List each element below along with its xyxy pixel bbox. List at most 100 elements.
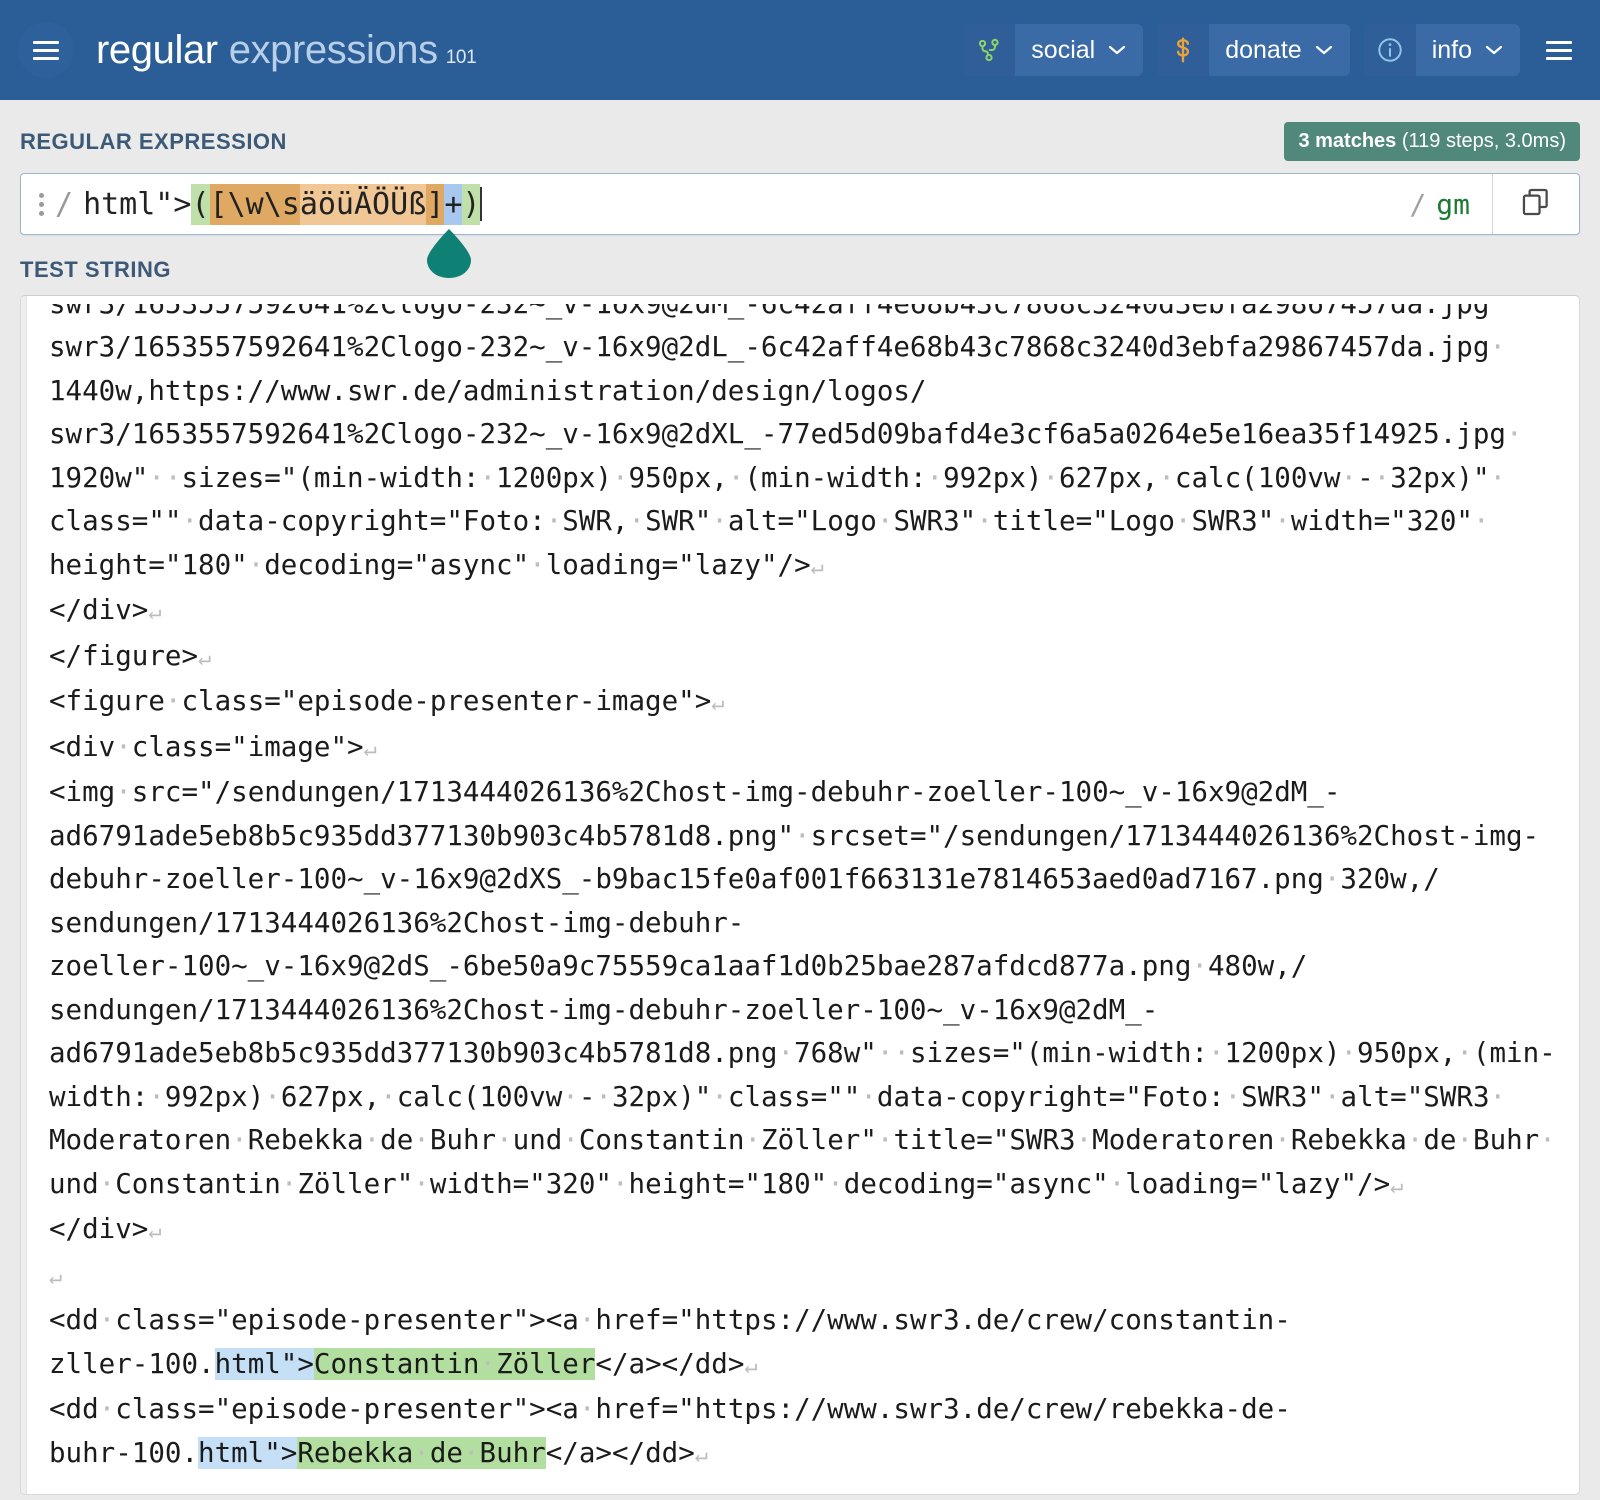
regex-token-0: html">	[83, 186, 192, 222]
newline-symbol: ↵	[744, 1353, 758, 1379]
space-dot: ·	[860, 1080, 877, 1113]
regex-token-2: [	[209, 183, 228, 225]
regex-capture-group-highlight[interactable]: Constantin·Zöller	[313, 1347, 596, 1380]
space-dot: ·	[893, 1037, 910, 1069]
space-dot: ·	[595, 1080, 612, 1113]
editor-gutter	[21, 296, 27, 1494]
test-string-line: height="180"·decoding="async"·loading="l…	[49, 548, 824, 581]
space-dot: ·	[744, 1124, 762, 1156]
space-dot: ·	[545, 505, 563, 537]
regex-capture-group-highlight[interactable]: Rebekka·de·Buhr	[297, 1436, 546, 1469]
test-string-line: zller-100.html">Constantin·Zöller</a></d…	[49, 1343, 1563, 1389]
test-string-content[interactable]: swr3/1653557592641%2Clogo-232~_v-16x9@2d…	[21, 296, 1579, 1477]
social-dropdown-button[interactable]: social	[963, 24, 1144, 76]
match-steps-detail: (119 steps, 3.0ms)	[1401, 130, 1566, 152]
regex-token-5: äöüÄÖÜß	[299, 183, 427, 225]
space-dot: ·	[1323, 1080, 1341, 1113]
test-string-line: und·Constantin·Zöller"·width="320"·heigh…	[49, 1167, 1404, 1200]
donate-dropdown-button[interactable]: donate	[1157, 24, 1350, 76]
space-dot: ·	[578, 1393, 596, 1425]
space-dot: ·	[148, 1080, 165, 1113]
newline-symbol: ↵	[148, 1219, 162, 1244]
space-dot: ·	[115, 776, 132, 808]
space-dot: ·	[1042, 461, 1060, 494]
space-dot: ·	[562, 1124, 579, 1156]
match-result-badge[interactable]: 3 matches (119 steps, 3.0ms)	[1284, 122, 1580, 161]
space-dot: ·	[529, 548, 546, 581]
info-circle-icon	[1363, 24, 1416, 76]
test-string-line: <img·src="/sendungen/1713444026136%2Chos…	[49, 776, 1341, 808]
copy-icon	[1519, 185, 1553, 224]
regex-token-1: (	[191, 183, 210, 225]
brand-word-regular: regular	[96, 27, 218, 72]
space-dot: ·	[1191, 950, 1208, 982]
space-dot: ·	[611, 461, 629, 494]
space-dot: ·	[363, 1124, 381, 1156]
space-dot: ·	[711, 1080, 728, 1113]
test-string-editor[interactable]: swr3/1653557592641%2Clogo-232~_v-16x9@2d…	[20, 295, 1580, 1495]
test-string-line: class=""·data-copyright="Foto:·SWR,·SWR"…	[49, 505, 1490, 537]
space-dot: ·	[827, 1167, 844, 1200]
space-dot: ·	[1456, 1124, 1474, 1156]
regex-flags-value: gm	[1436, 187, 1470, 221]
space-dot: ·	[1158, 461, 1175, 494]
space-dot: ·	[380, 1080, 397, 1113]
space-dot: ·	[1174, 505, 1192, 537]
space-dot: ·	[98, 1167, 116, 1200]
test-string-line: ↵	[49, 1254, 1563, 1300]
space-dot: ·	[1108, 1167, 1126, 1200]
regex-flags-button[interactable]: / gm	[1387, 174, 1493, 234]
test-string-line: buhr-100.html">Rebekka·de·Buhr</a></dd>↵	[49, 1432, 1563, 1478]
line-suffix: </a></dd>↵	[545, 1436, 709, 1469]
kebab-menu-icon[interactable]	[21, 174, 55, 234]
test-string-line: <dd·class="episode-presenter"><a·href="h…	[49, 1304, 1291, 1336]
space-dot: ·	[727, 461, 745, 494]
space-dot: ·	[280, 1167, 298, 1200]
newline-symbol: ↵	[198, 645, 212, 671]
space-dot: ·	[247, 548, 265, 581]
test-string-line: 1440w,https://www.swr.de/administration/…	[49, 374, 927, 407]
space-dot: ·	[462, 1436, 480, 1469]
space-dot: ·	[264, 1080, 281, 1113]
test-string-line: zoeller-100~_v-16x9@2dS_-6be50a9c75559ca…	[49, 950, 1308, 982]
brand-word-expressions: expressions	[228, 27, 438, 72]
newline-symbol: ↵	[810, 554, 824, 580]
space-dot: ·	[413, 1167, 430, 1200]
space-dot: ·	[876, 1124, 894, 1156]
space-dot: ·	[628, 505, 646, 537]
newline-symbol: ↵	[363, 736, 377, 762]
info-dropdown-button[interactable]: info	[1363, 24, 1520, 76]
regex-delimiter-right: /	[1409, 187, 1427, 221]
regex-token-3: \w	[227, 183, 264, 225]
line-prefix: buhr-100.	[49, 1436, 199, 1469]
test-string-line: Moderatoren·Rebekka·de·Buhr·und·Constant…	[49, 1124, 1556, 1156]
site-logo[interactable]: regular expressions 101	[96, 27, 477, 73]
info-button-label: info	[1431, 35, 1472, 64]
test-string-line: </figure>↵	[49, 639, 212, 672]
regex-section-title: REGULAR EXPRESSION	[20, 128, 287, 154]
space-dot: ·	[1505, 418, 1523, 450]
regex-input-box[interactable]: / html">([\w \s äöüÄÖÜß] +) / gm	[20, 173, 1580, 235]
hamburger-icon	[33, 36, 59, 65]
main-menu-button[interactable]	[1546, 36, 1572, 65]
brand-suffix-101: 101	[445, 46, 477, 68]
sidebar-toggle-button[interactable]	[18, 22, 74, 78]
regex-pattern-field[interactable]: html">([\w \s äöüÄÖÜß] +)	[83, 174, 1387, 234]
line-suffix: </a></dd>↵	[595, 1347, 758, 1380]
newline-symbol: ↵	[694, 1442, 709, 1468]
text-caret	[480, 187, 483, 221]
regex-match-highlight[interactable]: html">	[214, 1347, 314, 1380]
space-dot: ·	[1274, 1124, 1291, 1156]
space-dot: ·	[1323, 863, 1341, 895]
share-network-icon	[963, 24, 1016, 76]
space-dot: ·	[479, 461, 497, 494]
regex-match-highlight[interactable]: html">	[198, 1436, 298, 1469]
space-dot: ·	[1489, 331, 1506, 363]
test-string-section-title: TEST STRING	[20, 257, 171, 282]
copy-regex-button[interactable]	[1493, 174, 1579, 234]
test-string-line: sendungen/1713444026136%2Chost-img-debuh…	[49, 993, 1159, 1026]
test-string-line: <div·class="image">↵	[49, 730, 377, 763]
space-dot: ·	[164, 685, 182, 717]
test-string-line: <figure·class="episode-presenter-image">…	[49, 685, 725, 717]
space-dot: ·	[98, 1393, 116, 1425]
